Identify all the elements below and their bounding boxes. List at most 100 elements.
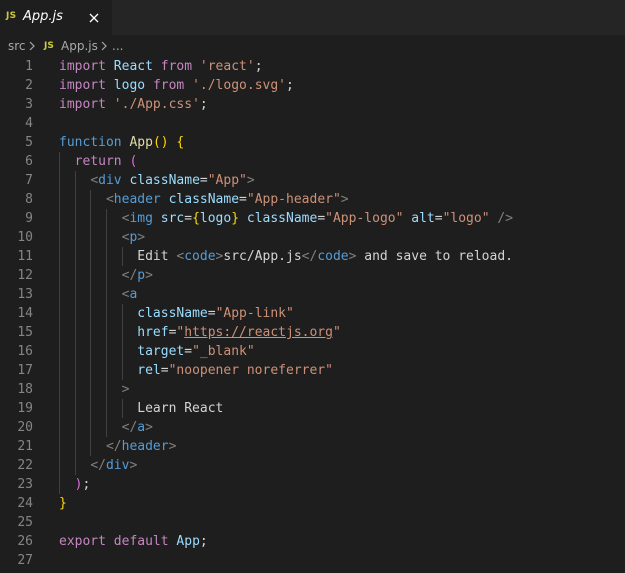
code-token: function <box>59 135 122 150</box>
code-token: = <box>199 173 208 188</box>
code-token: target <box>137 344 185 359</box>
line-number: 8 <box>25 192 33 207</box>
code-token: = <box>239 192 247 207</box>
code-line[interactable]: 9 <img src={logo} className="App-logo" a… <box>0 209 625 228</box>
code-token: } <box>59 496 67 511</box>
line-number: 4 <box>25 116 33 131</box>
code-line[interactable]: 19 Learn React <box>0 399 625 418</box>
code-text: ); <box>59 475 91 494</box>
line-number: 19 <box>17 401 33 416</box>
code-line[interactable]: 4 <box>0 114 625 133</box>
code-token: < <box>90 173 99 188</box>
code-text: rel="noopener noreferrer" <box>59 361 333 380</box>
code-line[interactable]: 17 rel="noopener noreferrer" <box>0 361 625 380</box>
code-text: import React from 'react'; <box>59 57 263 76</box>
code-line[interactable]: 18 > <box>0 380 625 399</box>
breadcrumb-more[interactable]: ... <box>112 39 123 53</box>
code-token: and save to reload. <box>356 249 513 264</box>
breadcrumb-folder[interactable]: src <box>8 39 26 53</box>
code-token: import <box>59 97 106 112</box>
code-token: React <box>113 59 153 74</box>
code-token: ; <box>199 534 208 549</box>
code-line[interactable]: 13 <a <box>0 285 625 304</box>
code-line[interactable]: 11 Edit <code>src/App.js</code> and save… <box>0 247 625 266</box>
line-number: 2 <box>25 78 33 93</box>
code-line[interactable]: 26 export default App; <box>0 532 625 551</box>
code-line[interactable]: 2 import logo from './logo.svg'; <box>0 76 625 95</box>
code-line[interactable]: 6 return ( <box>0 152 625 171</box>
code-line[interactable]: 25 <box>0 513 625 532</box>
line-number: 25 <box>17 515 33 530</box>
code-token: /> <box>497 211 514 226</box>
code-token: ( <box>129 154 138 169</box>
close-icon[interactable] <box>86 10 102 26</box>
line-number: 10 <box>17 230 33 245</box>
code-text: import './App.css'; <box>59 95 208 114</box>
code-editor[interactable]: 1 import React from 'react'; 2 import logo … <box>0 57 625 573</box>
code-token: App <box>129 135 153 150</box>
code-token: a <box>129 287 138 302</box>
code-token: { <box>192 211 200 226</box>
line-number: 16 <box>17 344 33 359</box>
line-number: 23 <box>17 477 33 492</box>
code-line[interactable]: 8 <header className="App-header"> <box>0 190 625 209</box>
code-token: header <box>113 192 161 207</box>
line-number: 1 <box>25 59 33 74</box>
code-text: <p> <box>59 228 145 247</box>
code-token: return <box>74 154 122 169</box>
code-token: > <box>121 382 130 397</box>
code-token: () <box>152 135 169 150</box>
code-token: > <box>168 439 177 454</box>
code-token: > <box>246 173 255 188</box>
code-line[interactable]: 15 href="https://reactjs.org" <box>0 323 625 342</box>
code-line[interactable]: 12 </p> <box>0 266 625 285</box>
line-number: 7 <box>25 173 33 188</box>
code-token: default <box>113 534 169 549</box>
tab-bar: JS App.js <box>0 0 625 35</box>
breadcrumb-file[interactable]: App.js <box>61 39 98 53</box>
tab-app-js[interactable]: JS App.js <box>0 0 112 35</box>
code-text: export default App; <box>59 532 208 551</box>
code-text: </a> <box>59 418 153 437</box>
code-line[interactable]: 22 </div> <box>0 456 625 475</box>
code-line[interactable]: 10 <p> <box>0 228 625 247</box>
code-token: "App-link" <box>215 306 294 321</box>
code-text: function App() { <box>59 133 184 152</box>
code-line[interactable]: 23 ); <box>0 475 625 494</box>
line-number: 11 <box>17 249 33 264</box>
code-text: } <box>59 494 67 513</box>
code-line[interactable]: 27 <box>0 551 625 570</box>
code-token: = <box>184 344 193 359</box>
code-token: = <box>317 211 326 226</box>
code-text: target="_blank" <box>59 342 254 361</box>
code-token: "App-logo" <box>325 211 404 226</box>
code-token: div <box>98 173 122 188</box>
code-line[interactable]: 7 <div className="App"> <box>0 171 625 190</box>
line-number: 14 <box>17 306 33 321</box>
line-number: 3 <box>25 97 33 112</box>
code-line[interactable]: 5 function App() { <box>0 133 625 152</box>
code-line[interactable]: 24} <box>0 494 625 513</box>
code-editor-window: JS App.js src JS App.js ... 1 import Reac… <box>0 0 625 573</box>
code-text: </header> <box>59 437 176 456</box>
code-token: = <box>207 306 216 321</box>
code-line[interactable]: 16 target="_blank" <box>0 342 625 361</box>
code-line[interactable]: 20 </a> <box>0 418 625 437</box>
code-line[interactable]: 21 </header> <box>0 437 625 456</box>
breadcrumb: src JS App.js ... <box>0 35 625 57</box>
code-text: </div> <box>59 456 137 475</box>
line-number: 24 <box>17 496 33 511</box>
code-line[interactable]: 14 className="App-link" <box>0 304 625 323</box>
code-text: <header className="App-header"> <box>59 190 349 209</box>
code-line[interactable]: 1 import React from 'react'; <box>0 57 625 76</box>
code-line[interactable]: 3 import './App.css'; <box>0 95 625 114</box>
